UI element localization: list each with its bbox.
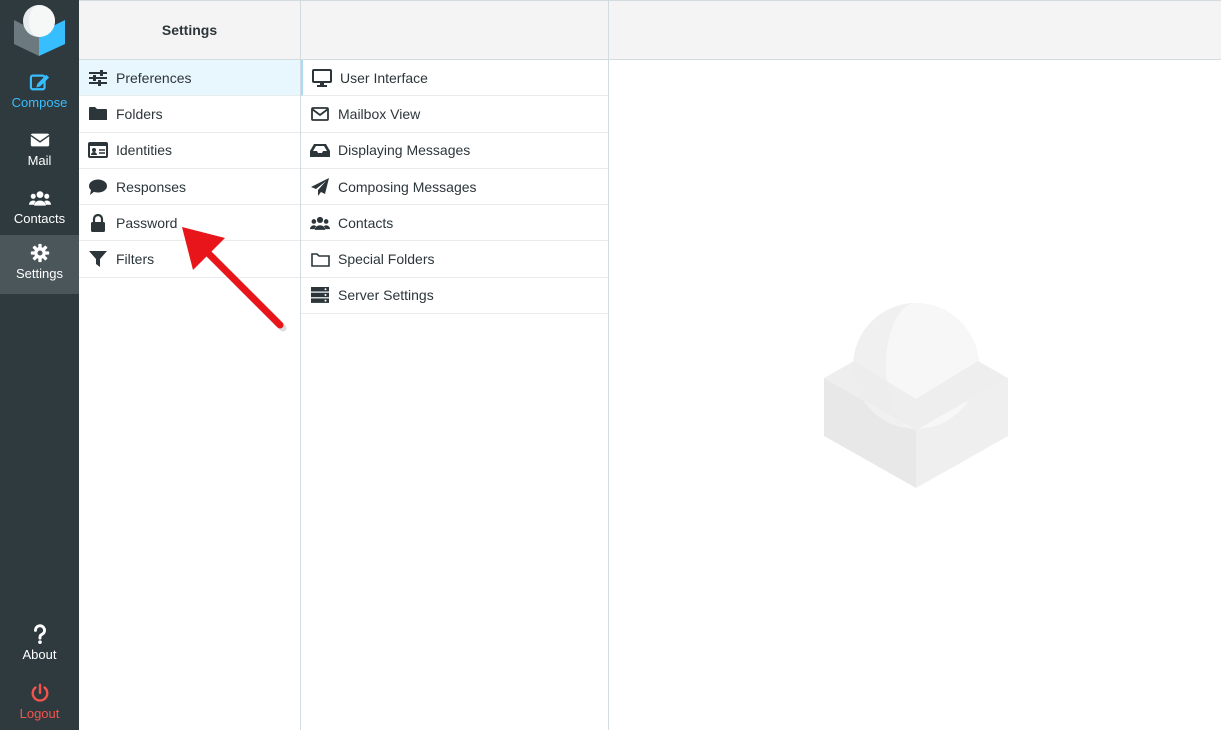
envelope-icon	[29, 133, 50, 147]
compose-button[interactable]: Compose	[0, 64, 79, 122]
main-nav: Compose Mail Contacts Settings About Log…	[0, 0, 79, 730]
pref-composing-messages[interactable]: Composing Messages	[301, 169, 608, 206]
users-icon	[28, 191, 51, 206]
pref-label: Server Settings	[338, 287, 434, 304]
section-label: Password	[116, 214, 178, 231]
settings-title: Settings	[161, 22, 218, 38]
pref-label: Contacts	[338, 214, 394, 231]
settings-sections-panel: Settings Preferences Folders Identities …	[79, 0, 301, 730]
about-button[interactable]: About	[0, 616, 79, 674]
mail-button[interactable]: Mail	[0, 122, 79, 180]
folder-outline-icon	[310, 250, 330, 268]
inbox-icon	[310, 141, 330, 159]
pref-label: User Interface	[340, 69, 428, 86]
preferences-header	[301, 0, 608, 60]
section-label: Identities	[116, 142, 173, 159]
paper-plane-icon	[310, 177, 330, 196]
logout-button[interactable]: Logout	[0, 675, 79, 730]
mail-label: Mail	[27, 153, 52, 168]
server-icon	[310, 286, 330, 304]
contacts-button[interactable]: Contacts	[0, 180, 79, 238]
app: Compose Mail Contacts Settings About Log…	[0, 0, 1221, 730]
gear-icon	[30, 243, 49, 263]
section-responses[interactable]: Responses	[79, 169, 300, 206]
settings-button[interactable]: Settings	[0, 235, 79, 294]
sliders-icon	[88, 69, 108, 87]
compose-label: Compose	[11, 95, 68, 110]
content-header	[609, 0, 1221, 60]
section-identities[interactable]: Identities	[79, 133, 300, 169]
roundcube-watermark	[824, 303, 1008, 488]
envelope-outline-icon	[310, 105, 330, 123]
pref-displaying-messages[interactable]: Displaying Messages	[301, 133, 608, 169]
logout-label: Logout	[19, 706, 60, 721]
pref-server-settings[interactable]: Server Settings	[301, 278, 608, 315]
settings-header: Settings	[79, 0, 300, 60]
pref-contacts[interactable]: Contacts	[301, 205, 608, 242]
pref-label: Mailbox View	[338, 105, 421, 122]
section-label: Responses	[116, 178, 187, 195]
compose-icon	[29, 74, 49, 91]
section-preferences[interactable]: Preferences	[79, 60, 300, 97]
section-filters[interactable]: Filters	[79, 241, 300, 278]
pref-label: Special Folders	[338, 251, 435, 268]
filter-icon	[88, 250, 108, 268]
pref-label: Displaying Messages	[338, 142, 471, 159]
lock-icon	[88, 213, 108, 232]
contacts-label: Contacts	[13, 211, 66, 226]
section-folders[interactable]: Folders	[79, 96, 300, 133]
preferences-sections-panel: User Interface Mailbox View Displaying M…	[301, 0, 609, 730]
folder-icon	[88, 105, 108, 123]
section-label: Preferences	[116, 69, 192, 86]
section-label: Filters	[116, 251, 155, 268]
id-card-icon	[88, 141, 108, 159]
question-icon	[33, 624, 46, 644]
pref-label: Composing Messages	[338, 178, 477, 195]
settings-label: Settings	[16, 266, 63, 281]
desktop-icon	[312, 68, 332, 87]
pref-mailbox-view[interactable]: Mailbox View	[301, 96, 608, 133]
section-password[interactable]: Password	[79, 205, 300, 242]
comment-icon	[88, 178, 108, 196]
roundcube-logo[interactable]	[0, 0, 79, 60]
section-label: Folders	[116, 105, 163, 122]
about-label: About	[22, 647, 57, 662]
users-icon	[310, 214, 330, 232]
pref-user-interface[interactable]: User Interface	[301, 60, 608, 97]
pref-special-folders[interactable]: Special Folders	[301, 241, 608, 278]
power-icon	[31, 683, 48, 702]
